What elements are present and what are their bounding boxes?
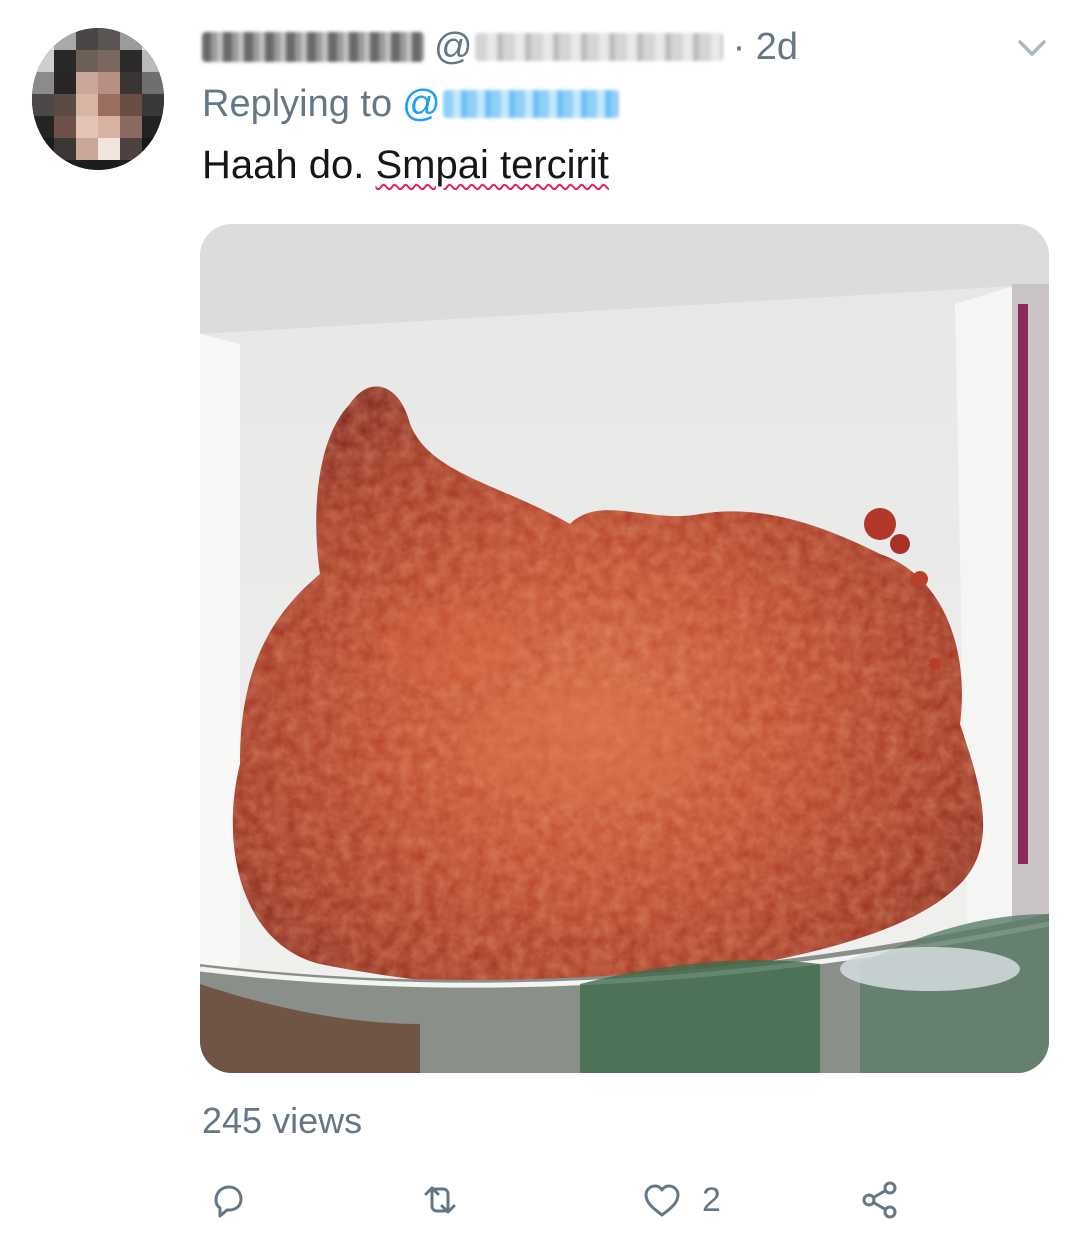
like-count: 2 xyxy=(702,1180,721,1219)
chevron-down-icon[interactable] xyxy=(1014,30,1050,66)
replying-label: Replying to xyxy=(202,82,393,125)
tweet-text-plain: Haah do. xyxy=(202,142,376,187)
tweet-text-misspelled: Smpai tercirit xyxy=(375,142,609,187)
retweet-icon xyxy=(424,1186,456,1214)
tweet-header: @ · 2d xyxy=(202,22,1020,72)
share-button[interactable] xyxy=(858,1170,902,1230)
tweet-text: Haah do. Smpai tercirit xyxy=(202,138,609,192)
retweet-button[interactable] xyxy=(418,1170,462,1230)
tweet-actions: 2 xyxy=(0,1170,1080,1230)
tweet-media-image[interactable] xyxy=(200,224,1049,1073)
replying-mention-redacted[interactable] xyxy=(442,90,619,118)
handle-redacted[interactable] xyxy=(474,33,723,61)
reply-button[interactable] xyxy=(206,1170,250,1230)
view-count: 245 views xyxy=(202,1100,363,1141)
handle-at: @ xyxy=(434,25,473,68)
heart-icon xyxy=(644,1184,680,1217)
reply-icon xyxy=(214,1185,243,1218)
share-icon xyxy=(862,1181,897,1219)
display-name-redacted[interactable] xyxy=(202,32,424,62)
avatar-image xyxy=(32,28,164,170)
replying-to: Replying to @ xyxy=(202,80,619,128)
fried-chicken-box-photo xyxy=(200,224,1049,1073)
timestamp[interactable]: · 2d xyxy=(733,26,798,69)
avatar[interactable] xyxy=(32,28,164,170)
replying-mention-at[interactable]: @ xyxy=(402,83,441,126)
like-button[interactable]: 2 xyxy=(640,1170,721,1230)
